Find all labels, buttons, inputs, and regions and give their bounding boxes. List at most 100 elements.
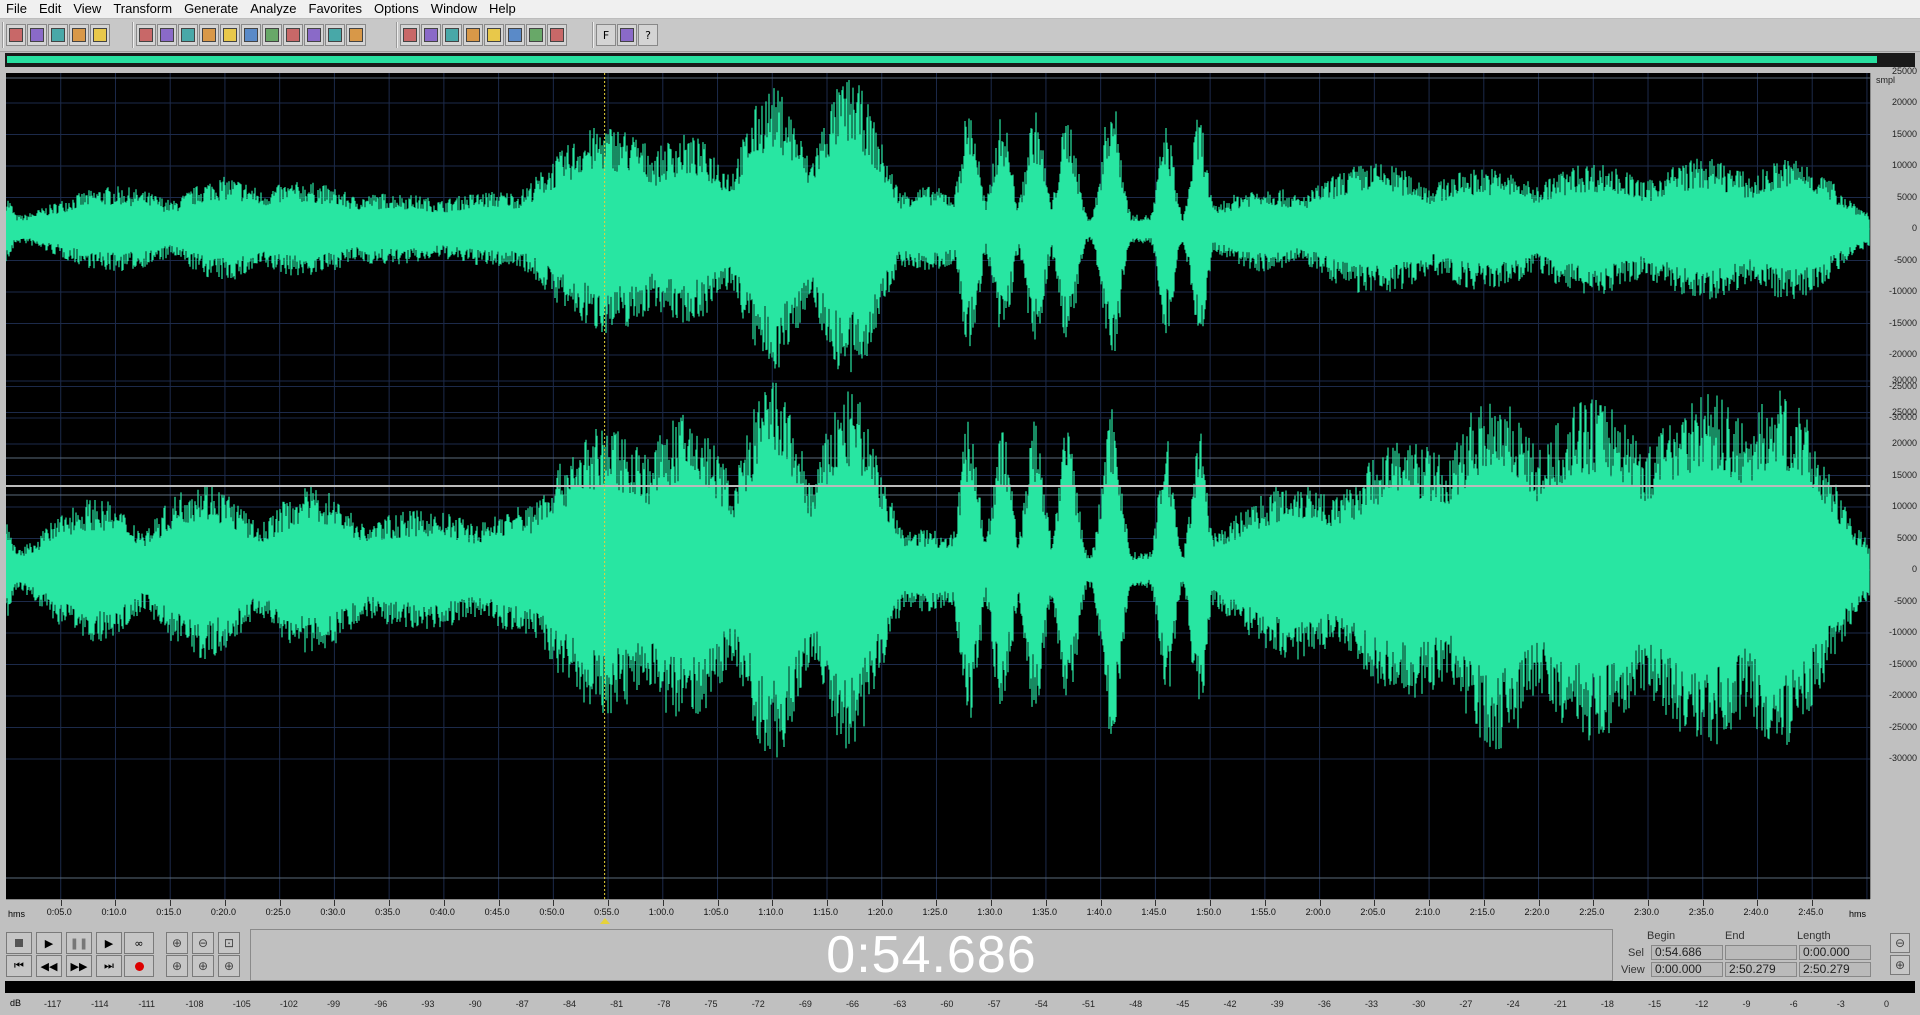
overview-bar[interactable] bbox=[5, 53, 1915, 67]
pause-button[interactable]: ❚❚ bbox=[66, 932, 92, 954]
copy-to-new-button[interactable] bbox=[220, 24, 240, 46]
menu-help[interactable]: Help bbox=[483, 0, 522, 18]
meter-tick-label: -99 bbox=[327, 999, 341, 1009]
loop-button[interactable]: ∞ bbox=[124, 932, 154, 954]
script-button[interactable] bbox=[617, 24, 637, 46]
rewind-button[interactable]: ◀◀ bbox=[36, 955, 62, 977]
meter-tick-label: -6 bbox=[1789, 999, 1798, 1009]
disk-button[interactable] bbox=[547, 24, 567, 46]
timeline-tick bbox=[389, 900, 391, 906]
zoom-right-icon: ⊕ bbox=[223, 959, 235, 973]
favorites-button[interactable]: F bbox=[596, 24, 616, 46]
repeat-icon bbox=[181, 28, 195, 42]
timeline-tick bbox=[717, 900, 719, 906]
menu-generate[interactable]: Generate bbox=[178, 0, 244, 18]
menu-edit[interactable]: Edit bbox=[33, 0, 67, 18]
length-header: Length bbox=[1797, 930, 1831, 942]
cut-button[interactable] bbox=[241, 24, 261, 46]
meter-tick-label: -39 bbox=[1270, 999, 1284, 1009]
meter-tick-label: -33 bbox=[1365, 999, 1379, 1009]
end-header: End bbox=[1725, 930, 1745, 942]
timeline-tick-label: 0:15.0 bbox=[156, 907, 182, 917]
mix-paste-icon bbox=[307, 28, 321, 42]
level-meter-scale: dB -117 -114 -111 -108 -105 -102 -99 -96 -93 -90-… bbox=[0, 994, 1920, 1015]
undo-button[interactable] bbox=[136, 24, 156, 46]
menu-options[interactable]: Options bbox=[368, 0, 425, 18]
waveform-display[interactable] bbox=[6, 73, 1870, 899]
spectral-view-button[interactable] bbox=[400, 24, 420, 46]
meter-tick-label: -108 bbox=[185, 999, 204, 1009]
timeline-tick-label: 2:10.0 bbox=[1415, 907, 1441, 917]
zoom-out-vertical-button[interactable]: ⊖ bbox=[1890, 933, 1910, 953]
menu-file[interactable]: File bbox=[0, 0, 33, 18]
save-button[interactable] bbox=[48, 24, 68, 46]
meter-tick-label: -87 bbox=[515, 999, 529, 1009]
zoom-right-button[interactable]: ⊕ bbox=[218, 955, 240, 977]
ruler-label: 0 bbox=[1911, 223, 1917, 233]
menu-analyze[interactable]: Analyze bbox=[244, 0, 302, 18]
zoom-to-selection-button[interactable]: ⊕ bbox=[166, 955, 188, 977]
timeline-tick-label: 0:50.0 bbox=[539, 907, 565, 917]
envelope-button[interactable] bbox=[442, 24, 462, 46]
zoom-in-vertical-button[interactable]: ⊕ bbox=[1890, 955, 1910, 975]
timeline-tick-label: 0:25.0 bbox=[265, 907, 291, 917]
zoom-in-horizontal-button[interactable]: ⊕ bbox=[166, 932, 188, 954]
waveform-view-button[interactable] bbox=[421, 24, 441, 46]
cue-button[interactable] bbox=[526, 24, 546, 46]
time-ruler[interactable]: hms hms 0:05.0 0:10.0 0:15.0 0:20.0 0:25.0 0:… bbox=[6, 899, 1870, 924]
menu-transform[interactable]: Transform bbox=[107, 0, 178, 18]
mix-paste-button[interactable] bbox=[304, 24, 324, 46]
ruler-label: 10000 bbox=[1891, 501, 1917, 511]
zoom-left-button[interactable]: ⊕ bbox=[192, 955, 214, 977]
open-file-button[interactable] bbox=[27, 24, 47, 46]
redo-button[interactable] bbox=[157, 24, 177, 46]
sel-length-field[interactable]: 0:00.000 bbox=[1799, 945, 1871, 960]
fast-forward-button[interactable]: ▶▶ bbox=[66, 955, 92, 977]
meter-tick-label: -66 bbox=[846, 999, 860, 1009]
help-button[interactable]: ? bbox=[638, 24, 658, 46]
close-file-button[interactable] bbox=[90, 24, 110, 46]
waveform-view-icon bbox=[424, 28, 438, 42]
menu-favorites[interactable]: Favorites bbox=[303, 0, 368, 18]
paste-new-icon bbox=[286, 28, 300, 42]
meter-tick-label: -57 bbox=[987, 999, 1001, 1009]
play-button[interactable]: ▶ bbox=[36, 932, 62, 954]
zoom-out-horizontal-button[interactable]: ⊖ bbox=[192, 932, 214, 954]
play-to-end-button[interactable]: ▶ bbox=[96, 932, 122, 954]
save-as-button[interactable] bbox=[69, 24, 89, 46]
view-end-field[interactable]: 2:50.279 bbox=[1725, 962, 1797, 977]
meter-tick-label: -105 bbox=[232, 999, 251, 1009]
menu-window[interactable]: Window bbox=[425, 0, 483, 18]
overview-range[interactable] bbox=[7, 56, 1877, 63]
view-label: View bbox=[1621, 964, 1645, 976]
trim-button[interactable] bbox=[325, 24, 345, 46]
sel-begin-field[interactable]: 0:54.686 bbox=[1651, 945, 1723, 960]
fast-forward-icon: ▶▶ bbox=[70, 959, 88, 973]
timeline-tick-label: 1:55.0 bbox=[1250, 907, 1276, 917]
copy-button[interactable] bbox=[199, 24, 219, 46]
zoom-full-button[interactable]: ⊡ bbox=[218, 932, 240, 954]
dual-channel-button[interactable] bbox=[463, 24, 483, 46]
mono-channel-button[interactable] bbox=[484, 24, 504, 46]
go-to-start-button[interactable]: ⏮ bbox=[6, 955, 32, 977]
ruler-label: -15000 bbox=[1888, 658, 1917, 669]
go-to-end-button[interactable]: ⏭ bbox=[96, 955, 122, 977]
zoom-fit-button[interactable] bbox=[346, 24, 366, 46]
envelope-icon bbox=[445, 28, 459, 42]
paste-new-button[interactable] bbox=[283, 24, 303, 46]
meter-tick-label: -102 bbox=[279, 999, 298, 1009]
cd-button[interactable] bbox=[505, 24, 525, 46]
repeat-button[interactable] bbox=[178, 24, 198, 46]
view-begin-field[interactable]: 0:00.000 bbox=[1651, 962, 1723, 977]
stop-button[interactable] bbox=[6, 932, 32, 954]
record-button[interactable] bbox=[124, 955, 154, 977]
paste-button[interactable] bbox=[262, 24, 282, 46]
view-length-field[interactable]: 2:50.279 bbox=[1799, 962, 1871, 977]
amplitude-ruler: smpl 25000 20000 15000 10000 5000 0 -5000 -1000… bbox=[1870, 66, 1920, 899]
menu-view[interactable]: View bbox=[67, 0, 107, 18]
ruler-label: 5000 bbox=[1896, 191, 1917, 202]
new-file-button[interactable] bbox=[6, 24, 26, 46]
timeline-tick bbox=[1374, 900, 1376, 906]
sel-end-field[interactable] bbox=[1725, 945, 1797, 960]
record-icon bbox=[134, 961, 144, 971]
